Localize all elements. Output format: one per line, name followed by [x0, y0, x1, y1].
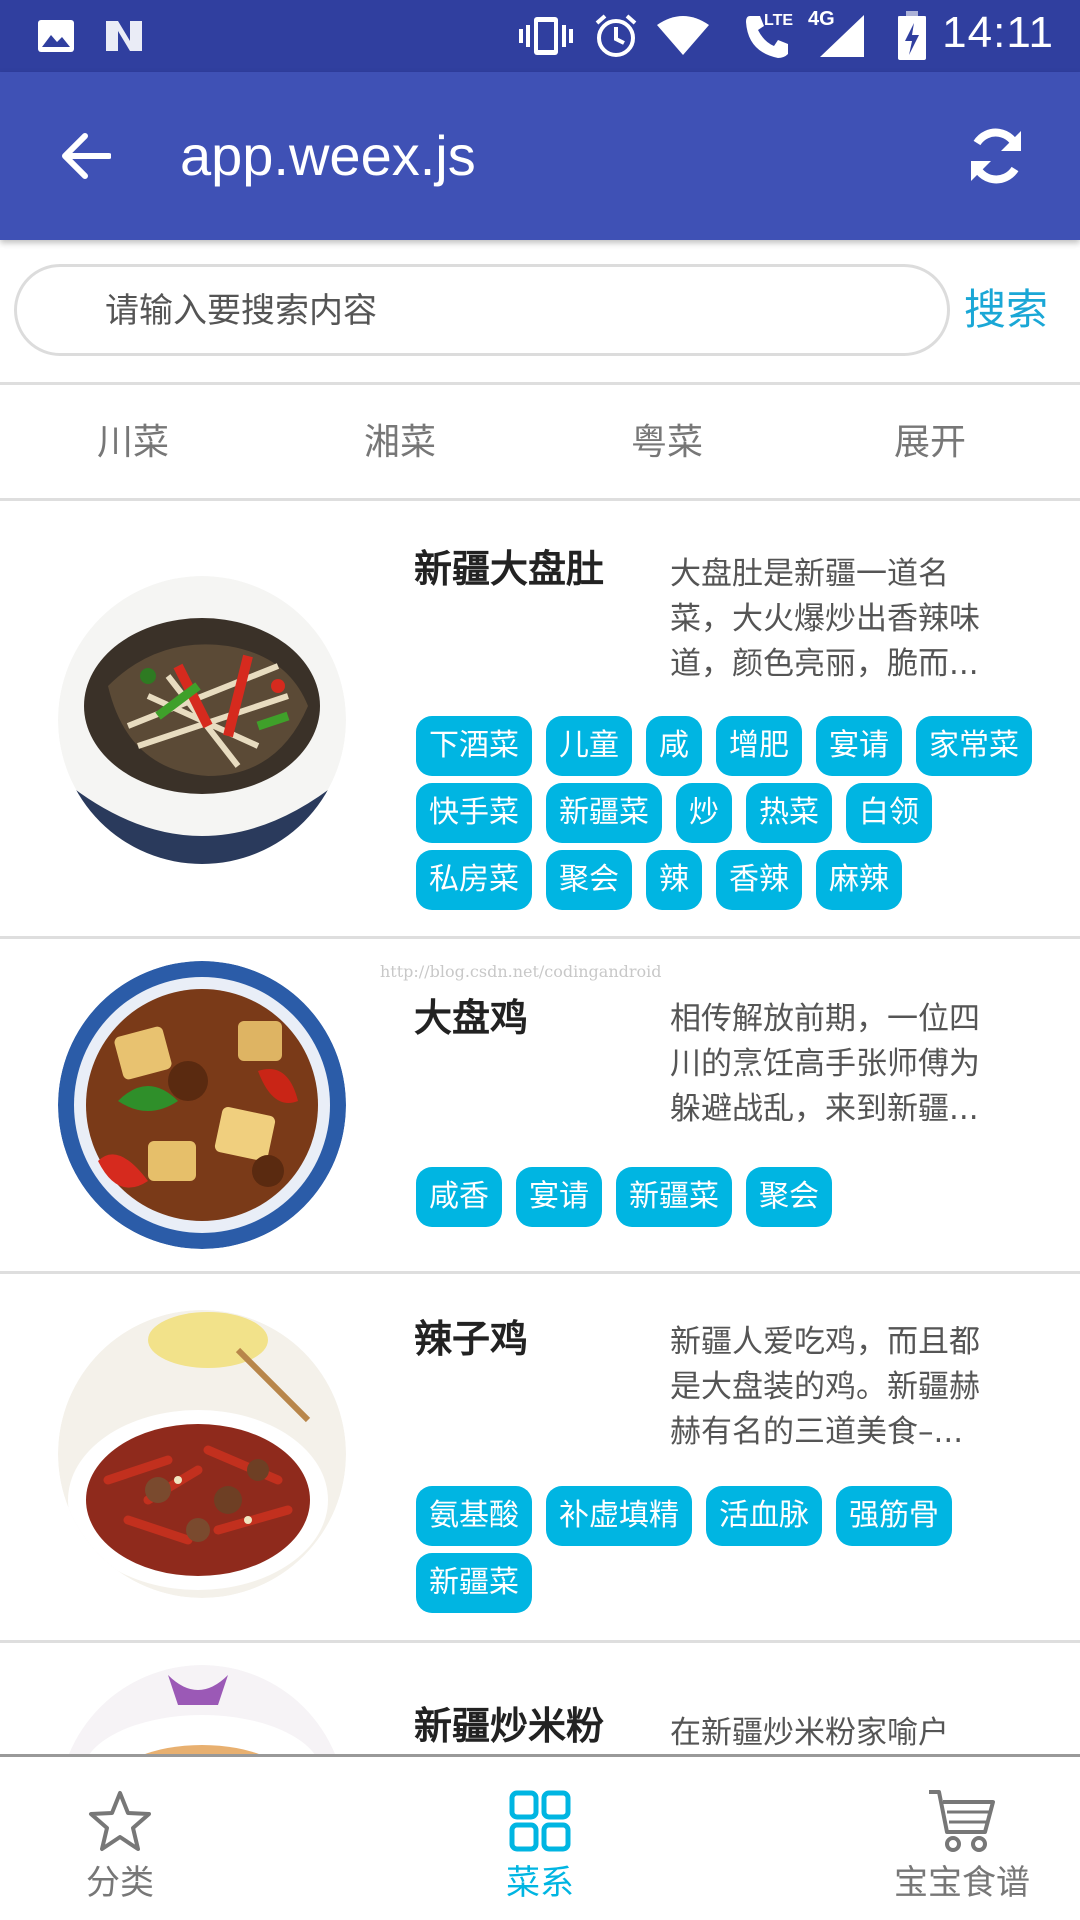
tab-hunan[interactable]: 湘菜 [364, 418, 436, 468]
tag-list: 氨基酸 补虚填精 活血脉 强筋骨 新疆菜 [416, 1486, 1056, 1613]
tag[interactable]: 新疆菜 [546, 783, 662, 843]
tag[interactable]: 香辣 [716, 850, 802, 910]
image-icon [34, 10, 78, 62]
tag[interactable]: 白领 [846, 783, 932, 843]
dish-name: 大盘鸡 [414, 996, 529, 1040]
tag[interactable]: 强筋骨 [836, 1486, 952, 1546]
nav-item-category[interactable]: 分类 [0, 1757, 240, 1920]
tag[interactable]: 辣 [646, 850, 702, 910]
search-box [14, 264, 950, 356]
nav-label: 宝宝食谱 [894, 1863, 1030, 1903]
tag[interactable]: 聚会 [746, 1167, 832, 1227]
cart-icon [926, 1785, 998, 1857]
nav-label: 菜系 [506, 1863, 574, 1903]
dish-image [58, 1310, 346, 1598]
4g-label: 4G [808, 8, 835, 30]
bottom-nav: 分类 菜系 宝宝食谱 [0, 1754, 1080, 1920]
list-item[interactable]: 新疆炒米粉 在新疆炒米粉家喻户 [0, 1643, 1080, 1754]
vibrate-icon [516, 10, 576, 62]
tag[interactable]: 私房菜 [416, 850, 532, 910]
list-item[interactable]: 大盘鸡 相传解放前期，一位四川的烹饪高手张师傅为躲避战乱，来到新疆... 咸香 … [0, 939, 1080, 1271]
n-icon [102, 10, 146, 62]
dish-description: 在新疆炒米粉家喻户 [670, 1715, 949, 1751]
dish-name: 新疆大盘肚 [414, 547, 605, 591]
tag[interactable]: 增肥 [716, 716, 802, 776]
tag[interactable]: 下酒菜 [416, 716, 532, 776]
lte-label: LTE [764, 12, 794, 29]
search-button[interactable]: 搜索 [964, 284, 1048, 336]
tag[interactable]: 补虚填精 [546, 1486, 692, 1546]
alarm-icon [590, 10, 642, 62]
tab-sichuan[interactable]: 川菜 [97, 418, 169, 468]
page-title: app.weex.js [180, 124, 476, 187]
battery-charging-icon [894, 10, 930, 62]
tag[interactable]: 聚会 [546, 850, 632, 910]
tag[interactable]: 麻辣 [816, 850, 902, 910]
status-time: 14:11 [942, 8, 1054, 57]
tag-list: 下酒菜 儿童 咸 增肥 宴请 家常菜 快手菜 新疆菜 炒 热菜 白领 私房菜 聚… [416, 716, 1056, 910]
tag[interactable]: 家常菜 [916, 716, 1032, 776]
app-bar: app.weex.js [0, 72, 1080, 240]
dish-image [58, 1665, 346, 1754]
refresh-icon[interactable] [952, 112, 1040, 200]
tag[interactable]: 活血脉 [706, 1486, 822, 1546]
list-item[interactable]: 新疆大盘肚 大盘肚是新疆一道名菜，大火爆炒出香辣味道，颜色亮丽，脆而... 下酒… [0, 500, 1080, 936]
list-item[interactable]: 辣子鸡 新疆人爱吃鸡，而且都是大盘装的鸡。新疆赫赫有名的三道美食–... 氨基酸… [0, 1274, 1080, 1640]
arrow-back-icon[interactable] [50, 124, 120, 188]
tab-cantonese[interactable]: 粤菜 [631, 418, 703, 468]
tag[interactable]: 炒 [676, 783, 732, 843]
nav-item-cuisine[interactable]: 菜系 [420, 1757, 660, 1920]
search-input[interactable] [105, 285, 925, 337]
dish-description: 新疆人爱吃鸡，而且都是大盘装的鸡。新疆赫赫有名的三道美食–... [670, 1324, 980, 1450]
dish-name: 辣子鸡 [414, 1317, 529, 1361]
status-bar: LTE 4G 14:11 [0, 0, 1080, 72]
tag[interactable]: 宴请 [516, 1167, 602, 1227]
tag[interactable]: 新疆菜 [416, 1553, 532, 1613]
wifi-icon [652, 10, 714, 62]
dish-image [58, 961, 346, 1249]
tag[interactable]: 快手菜 [416, 783, 532, 843]
dish-name: 新疆炒米粉 [414, 1704, 605, 1748]
dish-description: 大盘肚是新疆一道名菜，大火爆炒出香辣味道，颜色亮丽，脆而... [670, 556, 980, 682]
dish-image [58, 576, 346, 864]
nav-item-baby-recipes[interactable]: 宝宝食谱 [842, 1757, 1080, 1920]
grid-icon [504, 1785, 576, 1857]
nav-label: 分类 [86, 1863, 154, 1903]
tag[interactable]: 咸香 [416, 1167, 502, 1227]
star-icon [84, 1785, 156, 1857]
tag-list: 咸香 宴请 新疆菜 聚会 [416, 1167, 1056, 1227]
search-bar: 搜索 [0, 240, 1080, 382]
signal-icon: 4G [808, 8, 868, 62]
tag[interactable]: 热菜 [746, 783, 832, 843]
phone-lte-icon: LTE [738, 10, 798, 62]
tag[interactable]: 氨基酸 [416, 1486, 532, 1546]
dish-description: 相传解放前期，一位四川的烹饪高手张师傅为躲避战乱，来到新疆... [670, 1001, 980, 1127]
tag[interactable]: 咸 [646, 716, 702, 776]
dish-list: 新疆大盘肚 大盘肚是新疆一道名菜，大火爆炒出香辣味道，颜色亮丽，脆而... 下酒… [0, 500, 1080, 1754]
category-tabs: 川菜 湘菜 粤菜 展开 [0, 384, 1080, 500]
tag[interactable]: 宴请 [816, 716, 902, 776]
tag[interactable]: 新疆菜 [616, 1167, 732, 1227]
tab-expand[interactable]: 展开 [894, 418, 966, 468]
tag[interactable]: 儿童 [546, 716, 632, 776]
